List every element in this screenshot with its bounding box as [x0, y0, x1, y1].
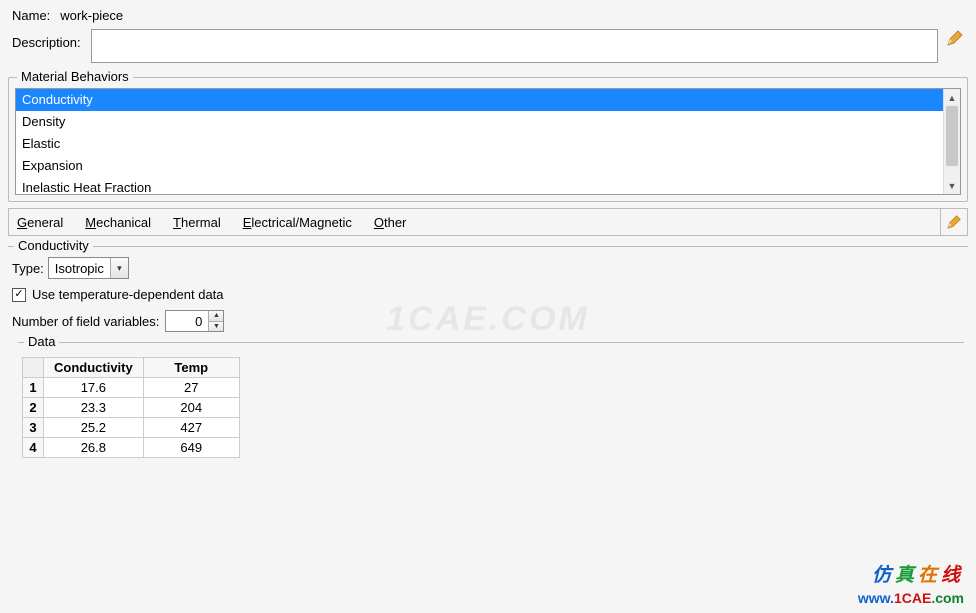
edit-behaviors-button[interactable] — [940, 208, 968, 236]
brand-url: www.1CAE.com — [858, 589, 964, 607]
edit-description-button[interactable] — [946, 29, 964, 47]
scroll-up-icon[interactable]: ▲ — [944, 89, 960, 106]
col-conductivity[interactable]: Conductivity — [44, 358, 144, 378]
menu-thermal[interactable]: Thermal — [173, 215, 221, 230]
material-behaviors-list[interactable]: Conductivity Density Elastic Expansion I… — [16, 89, 943, 194]
field-vars-value[interactable]: 0 — [166, 311, 208, 331]
table-row[interactable]: 2 23.3 204 — [23, 398, 240, 418]
cell[interactable]: 27 — [143, 378, 239, 398]
row-header[interactable]: 3 — [23, 418, 44, 438]
field-vars-label: Number of field variables: — [12, 314, 159, 329]
behavior-item-expansion[interactable]: Expansion — [16, 155, 943, 177]
menu-electrical[interactable]: Electrical/Magnetic — [243, 215, 352, 230]
behavior-item-density[interactable]: Density — [16, 111, 943, 133]
spin-up-icon[interactable]: ▲ — [209, 311, 223, 321]
table-row[interactable]: 1 17.6 27 — [23, 378, 240, 398]
behavior-item-conductivity[interactable]: Conductivity — [16, 89, 943, 111]
cell[interactable]: 26.8 — [44, 438, 144, 458]
temp-dependent-checkbox[interactable]: ✓ — [12, 288, 26, 302]
cell[interactable]: 17.6 — [44, 378, 144, 398]
footer-brand: 仿真在线 www.1CAE.com — [858, 564, 964, 607]
behavior-item-inelastic-heat[interactable]: Inelastic Heat Fraction — [16, 177, 943, 194]
menu-other[interactable]: Other — [374, 215, 407, 230]
cell[interactable]: 23.3 — [44, 398, 144, 418]
scroll-thumb[interactable] — [946, 106, 958, 166]
field-vars-spinner[interactable]: 0 ▲ ▼ — [165, 310, 224, 332]
cell[interactable]: 204 — [143, 398, 239, 418]
type-combo[interactable]: Isotropic ▾ — [48, 257, 129, 279]
table-corner — [23, 358, 44, 378]
table-row[interactable]: 4 26.8 649 — [23, 438, 240, 458]
temp-dependent-label: Use temperature-dependent data — [32, 287, 224, 302]
row-header[interactable]: 1 — [23, 378, 44, 398]
cell[interactable]: 25.2 — [44, 418, 144, 438]
description-input[interactable] — [91, 29, 938, 63]
scroll-down-icon[interactable]: ▼ — [944, 177, 960, 194]
row-header[interactable]: 4 — [23, 438, 44, 458]
menu-general[interactable]: General — [17, 215, 63, 230]
type-label: Type: — [12, 261, 44, 276]
data-legend: Data — [24, 334, 59, 349]
data-group: Data Conductivity Temp 1 17.6 27 2 23.3 … — [18, 342, 964, 458]
row-header[interactable]: 2 — [23, 398, 44, 418]
data-table[interactable]: Conductivity Temp 1 17.6 27 2 23.3 204 3… — [22, 357, 240, 458]
menu-mechanical[interactable]: Mechanical — [85, 215, 151, 230]
behavior-item-elastic[interactable]: Elastic — [16, 133, 943, 155]
material-behaviors-legend: Material Behaviors — [17, 69, 133, 84]
cell[interactable]: 427 — [143, 418, 239, 438]
cell[interactable]: 649 — [143, 438, 239, 458]
behavior-category-menubar: General Mechanical Thermal Electrical/Ma… — [8, 208, 968, 236]
type-value: Isotropic — [49, 261, 110, 276]
name-label: Name: — [12, 8, 50, 23]
conductivity-title: Conductivity — [14, 238, 93, 253]
brand-cn: 仿真在线 — [858, 564, 964, 589]
spin-down-icon[interactable]: ▼ — [209, 321, 223, 332]
conductivity-panel: Conductivity Type: Isotropic ▾ ✓ Use tem… — [8, 246, 968, 462]
table-row[interactable]: 3 25.2 427 — [23, 418, 240, 438]
chevron-down-icon[interactable]: ▾ — [110, 258, 128, 278]
description-label: Description: — [12, 29, 81, 50]
behaviors-scrollbar[interactable]: ▲ ▼ — [943, 89, 960, 194]
material-behaviors-group: Material Behaviors Conductivity Density … — [8, 77, 968, 202]
name-value: work-piece — [60, 8, 123, 23]
col-temp[interactable]: Temp — [143, 358, 239, 378]
